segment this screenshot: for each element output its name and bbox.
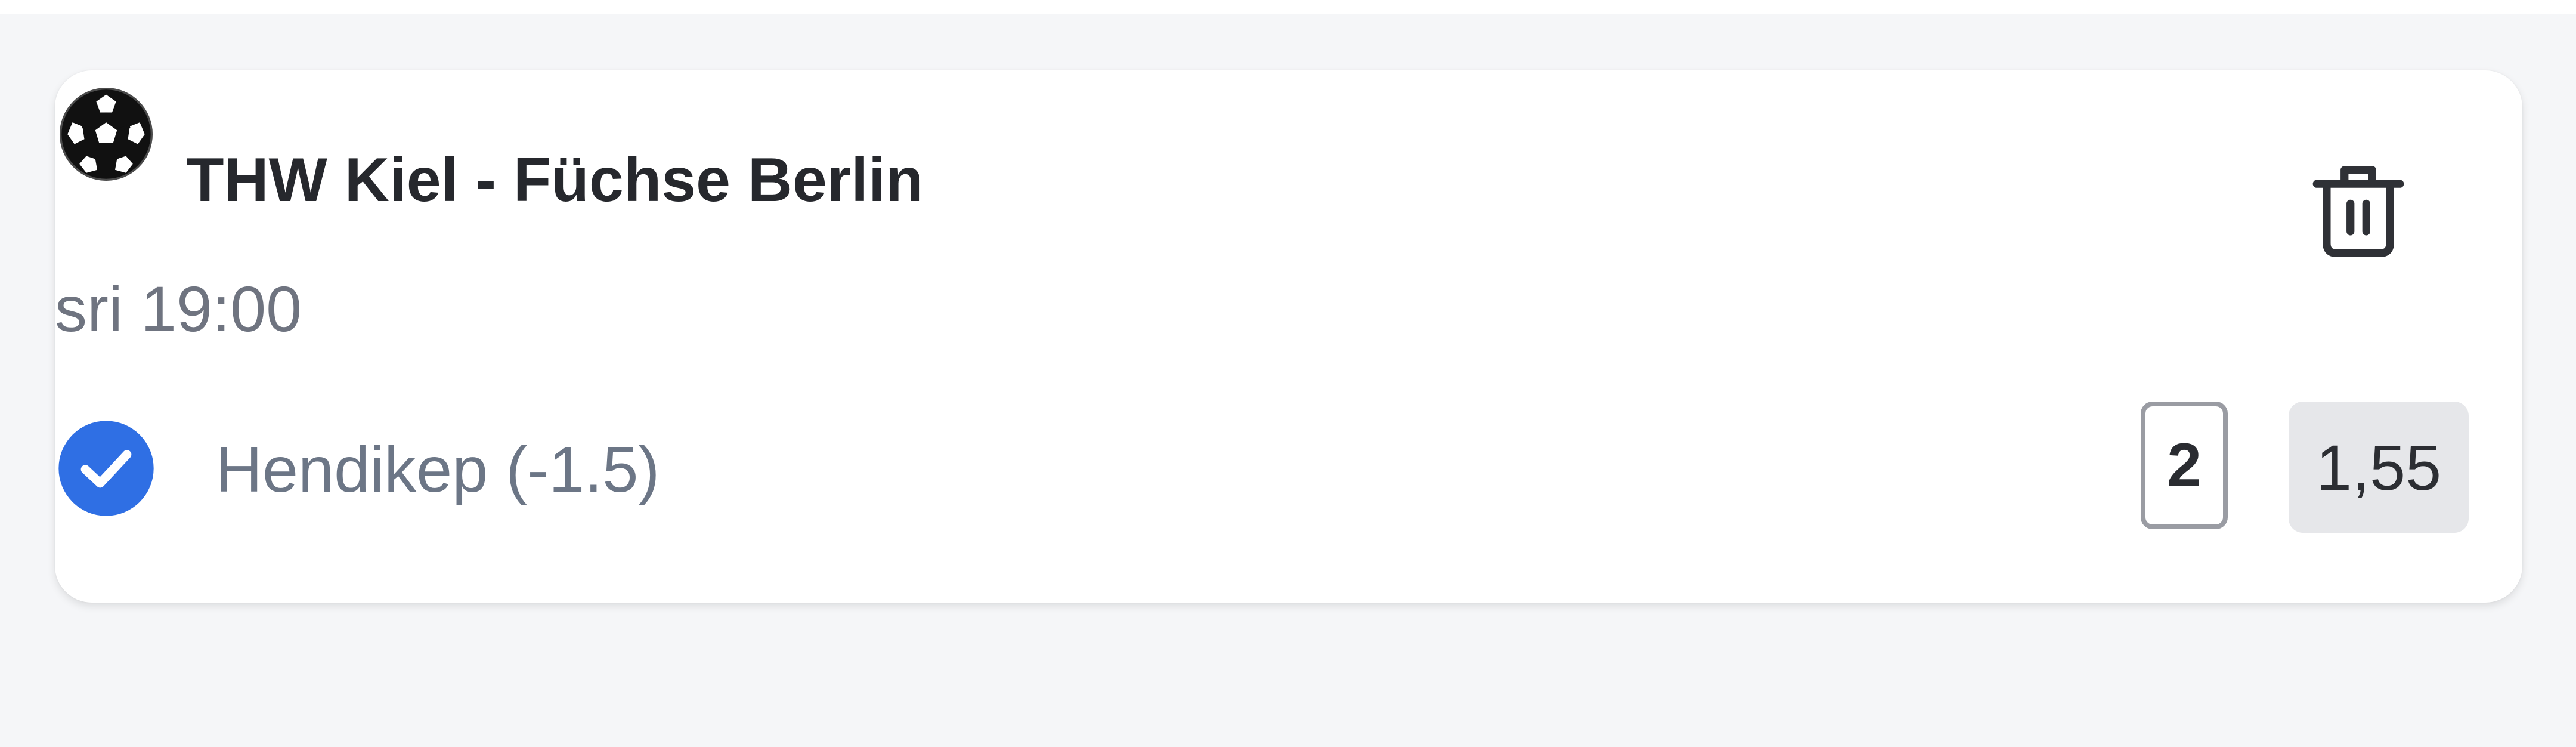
trash-icon	[2309, 158, 2408, 260]
odds-button[interactable]: 1,55	[2289, 402, 2469, 533]
outcome-badge: 2	[2141, 402, 2228, 529]
delete-selection-button[interactable]	[2299, 149, 2418, 268]
market-label: Hendikep (-1.5)	[216, 433, 660, 505]
check-circle-icon[interactable]	[57, 419, 156, 518]
match-time: sri 19:00	[55, 273, 302, 345]
handball-icon	[57, 85, 156, 184]
top-strip	[0, 0, 2576, 14]
match-title: THW Kiel - Füchse Berlin	[186, 146, 924, 215]
